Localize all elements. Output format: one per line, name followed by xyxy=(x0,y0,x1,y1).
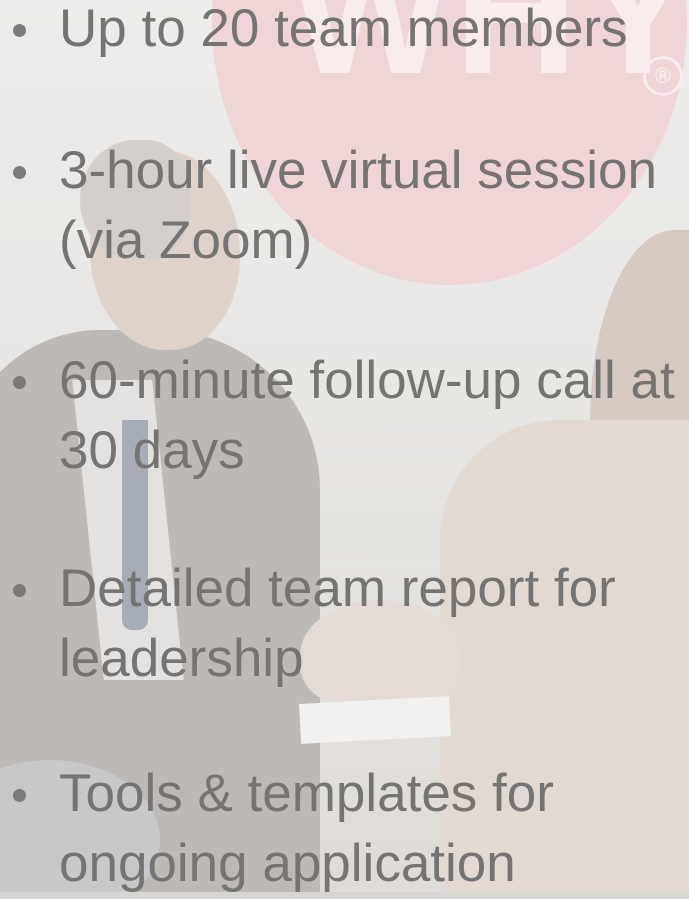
bullet-icon xyxy=(13,24,26,37)
bullet-icon xyxy=(13,166,26,179)
feature-text-line: Up to 20 team members xyxy=(59,0,628,58)
feature-text-line: Tools & templates for xyxy=(59,764,554,823)
feature-text-line: 30 days xyxy=(59,421,245,480)
feature-text-line: leadership xyxy=(59,629,304,688)
feature-text-line: (via Zoom) xyxy=(59,211,313,270)
bullet-icon xyxy=(13,376,26,389)
feature-text-line: Detailed team report for xyxy=(59,559,616,618)
bullet-icon xyxy=(13,584,26,597)
bullet-icon xyxy=(13,789,26,802)
feature-text-line: 3-hour live virtual session xyxy=(59,141,657,200)
feature-text-line: 60-minute follow-up call at xyxy=(59,351,675,410)
feature-text-line: ongoing application xyxy=(59,834,516,893)
